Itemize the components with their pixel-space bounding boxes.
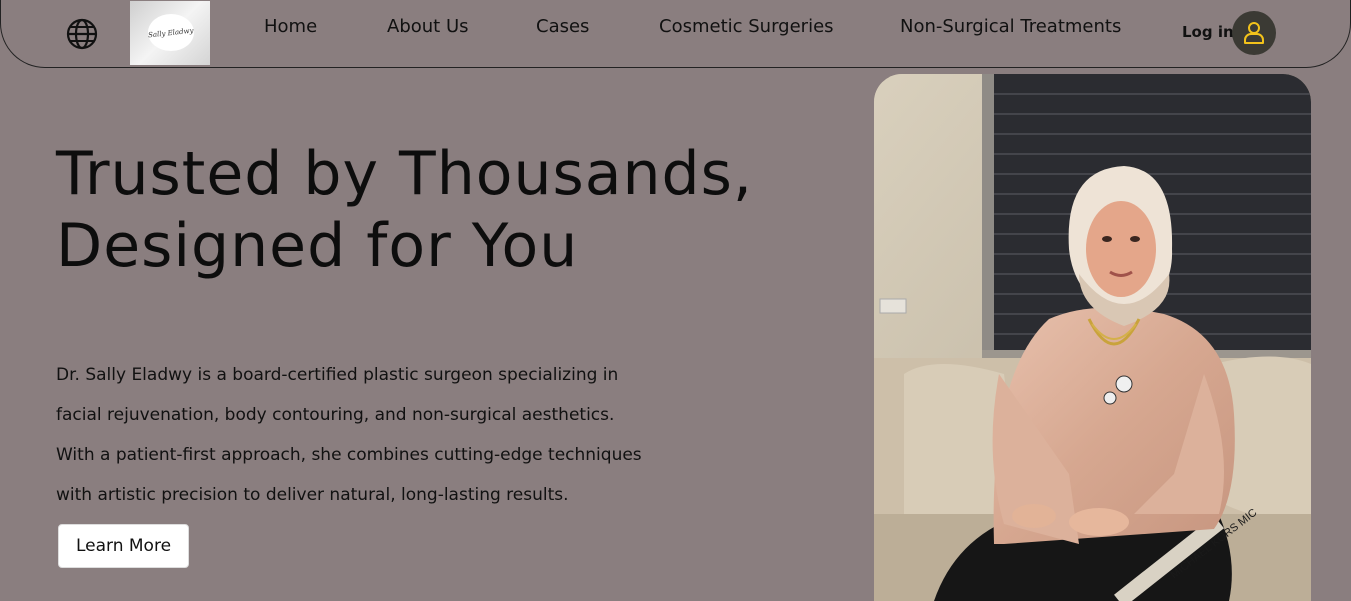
nav-cosmetic-surgeries[interactable]: Cosmetic Surgeries: [659, 16, 834, 37]
site-header: Sally Eladwy Home About Us Cases Cosmeti…: [0, 0, 1351, 68]
doctor-portrait-image: MICHAEL KORS MIC: [874, 74, 1311, 601]
hero-description-line: With a patient-first approach, she combi…: [56, 445, 642, 465]
logo-text: Sally Eladwy: [147, 26, 195, 39]
hero-description-line: Dr. Sally Eladwy is a board-certified pl…: [56, 365, 619, 385]
account-avatar-button[interactable]: [1232, 11, 1276, 55]
hero-description: Dr. Sally Eladwy is a board-certified pl…: [56, 355, 676, 515]
hero-title-line: Trusted by Thousands,: [56, 139, 753, 209]
hero-title-line: Designed for You: [56, 211, 579, 281]
user-icon: [1244, 22, 1264, 44]
hero-description-line: facial rejuvenation, body contouring, an…: [56, 405, 615, 425]
hero-title: Trusted by Thousands, Designed for You: [56, 138, 753, 282]
logo-oval: Sally Eladwy: [148, 14, 194, 51]
nav-about-us[interactable]: About Us: [387, 16, 469, 37]
nav-non-surgical-treatments[interactable]: Non-Surgical Treatments: [900, 16, 1121, 37]
site-logo[interactable]: Sally Eladwy: [130, 1, 210, 65]
login-link[interactable]: Log in: [1182, 23, 1234, 41]
learn-more-button[interactable]: Learn More: [58, 524, 189, 568]
hero-description-line: with artistic precision to deliver natur…: [56, 485, 569, 505]
globe-icon[interactable]: [65, 17, 99, 51]
nav-home[interactable]: Home: [264, 16, 317, 37]
nav-cases[interactable]: Cases: [536, 16, 589, 37]
